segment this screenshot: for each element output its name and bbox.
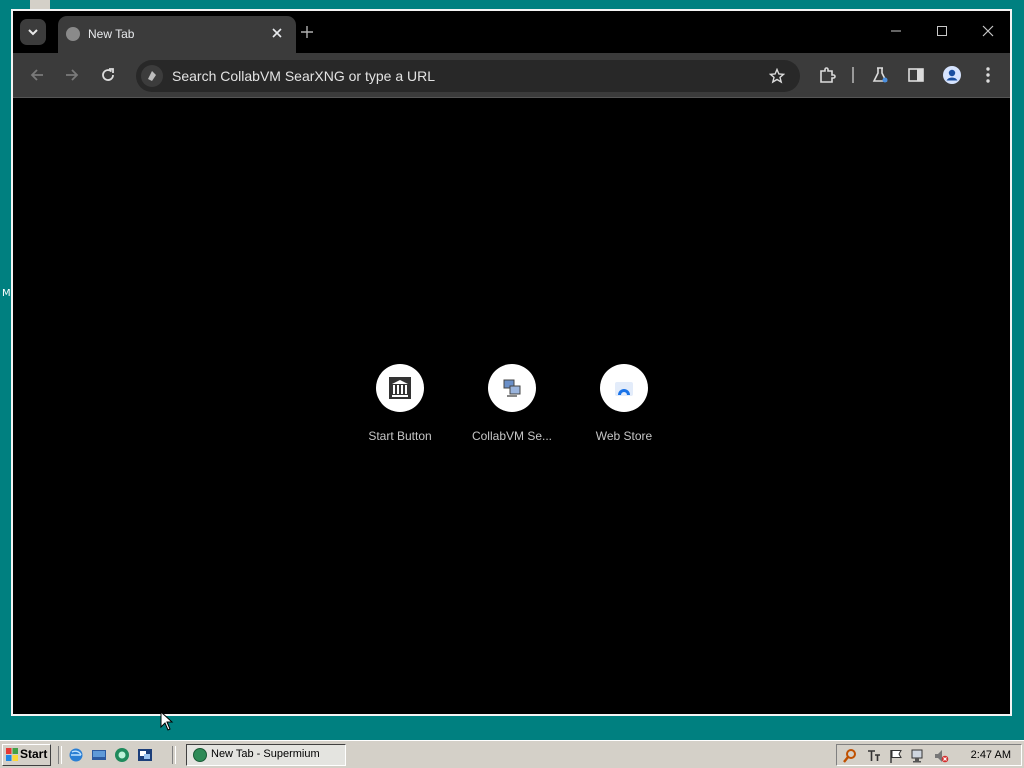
address-bar-placeholder: Search CollabVM SearXNG or type a URL: [172, 68, 435, 84]
maximize-icon: [937, 26, 947, 36]
address-bar[interactable]: Search CollabVM SearXNG or type a URL: [136, 60, 800, 92]
puzzle-icon: [820, 67, 836, 83]
network-computers-icon: [503, 379, 521, 397]
network-icon[interactable]: [910, 748, 926, 764]
supermium-icon[interactable]: [114, 747, 130, 763]
site-info-icon[interactable]: [141, 65, 163, 87]
shortcut-label: CollabVM Se...: [471, 429, 553, 443]
close-window-button[interactable]: [976, 21, 1000, 41]
show-desktop-icon[interactable]: [91, 747, 107, 763]
shortcut-collabvm[interactable]: CollabVM Se...: [456, 364, 568, 454]
menu-button[interactable]: [974, 61, 1002, 89]
start-button[interactable]: Start: [2, 744, 51, 766]
shortcut-label: Web Store: [595, 429, 653, 443]
arrow-left-icon: [30, 69, 43, 81]
volume-muted-icon[interactable]: [933, 748, 949, 764]
tab-strip: New Tab: [13, 11, 1010, 53]
shortcut-icon-circle: [488, 364, 536, 412]
shortcut-web-store[interactable]: Web Store: [568, 364, 680, 454]
globe-icon: [66, 27, 80, 41]
flag-icon[interactable]: [888, 748, 904, 764]
profile-button[interactable]: [938, 61, 966, 89]
star-icon: [769, 68, 785, 84]
start-label: Start: [20, 747, 48, 761]
arrow-right-icon: [66, 69, 79, 81]
internet-explorer-icon[interactable]: [68, 747, 84, 763]
taskbar-divider: [172, 746, 176, 764]
desktop-window-edge: [30, 0, 50, 9]
quicklaunch-divider: [58, 746, 62, 764]
minimize-icon: [891, 30, 901, 32]
tab-new-tab[interactable]: New Tab: [58, 16, 296, 53]
desktop-partial-label: M: [2, 288, 11, 299]
shortcut-icon-circle: [600, 364, 648, 412]
back-button[interactable]: [23, 61, 51, 89]
new-tab-page: Start Button CollabVM Se... Web Store: [13, 98, 1010, 714]
web-store-icon: [615, 382, 633, 396]
taskbar: Start New Tab - Supermium 2:47 AM: [0, 740, 1024, 768]
museum-icon: [389, 377, 411, 399]
forward-button[interactable]: [58, 61, 86, 89]
new-tab-button[interactable]: [297, 22, 317, 42]
flask-icon: [872, 67, 888, 83]
kebab-menu-icon: [986, 67, 990, 83]
tab-title: New Tab: [88, 27, 135, 41]
window-switch-icon[interactable]: [137, 747, 153, 763]
close-icon: [982, 25, 994, 37]
windows-logo-icon: [6, 748, 18, 761]
taskbar-button-new-tab[interactable]: New Tab - Supermium: [186, 744, 346, 766]
browser-window: New Tab Search CollabVM SearXNG or type …: [11, 9, 1012, 716]
browser-toolbar: Search CollabVM SearXNG or type a URL: [13, 53, 1010, 98]
system-tray: 2:47 AM: [836, 744, 1022, 766]
tab-search-button[interactable]: [20, 19, 46, 45]
extensions-button[interactable]: [813, 61, 841, 89]
taskbar-clock[interactable]: 2:47 AM: [971, 749, 1011, 761]
chevron-down-icon: [28, 29, 38, 36]
maximize-button[interactable]: [930, 21, 954, 41]
magnifier-icon[interactable]: [842, 748, 858, 764]
close-tab-button[interactable]: [268, 24, 286, 42]
close-icon: [272, 28, 282, 38]
labs-button[interactable]: [866, 61, 894, 89]
supermium-icon: [193, 748, 207, 762]
mouse-pointer-icon: [160, 711, 174, 731]
minimize-button[interactable]: [884, 21, 908, 41]
side-panel-icon: [908, 68, 924, 82]
bookmark-star-button[interactable]: [763, 62, 791, 90]
search-engine-icon: [148, 71, 156, 81]
taskbar-button-label: New Tab - Supermium: [211, 748, 320, 760]
input-method-icon[interactable]: [866, 748, 882, 764]
side-panel-button[interactable]: [902, 61, 930, 89]
shortcut-icon-circle: [376, 364, 424, 412]
reload-icon: [102, 68, 114, 81]
plus-icon: [301, 26, 313, 38]
shortcut-start-button[interactable]: Start Button: [344, 364, 456, 454]
avatar-icon: [943, 66, 961, 84]
toolbar-divider: [852, 67, 854, 83]
shortcut-label: Start Button: [368, 429, 432, 443]
reload-button[interactable]: [94, 61, 122, 89]
